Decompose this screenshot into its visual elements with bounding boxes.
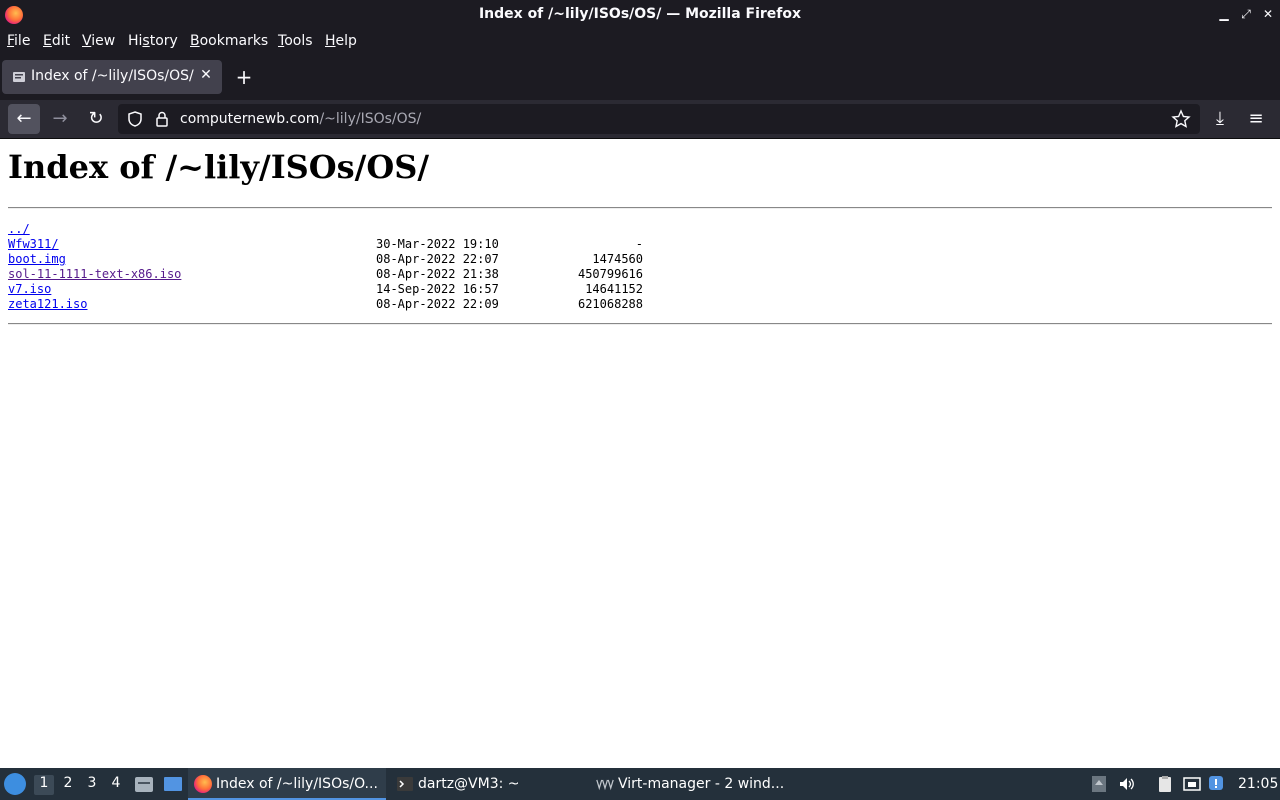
menu-history[interactable]: History [128, 33, 178, 49]
file-date: 08-Apr-2022 21:38 [376, 267, 499, 281]
file-date: 14-Sep-2022 16:57 [376, 282, 499, 296]
tab-active[interactable]: Index of /~lily/ISOs/OS/ ✕ [2, 60, 222, 94]
lock-icon[interactable] [154, 110, 170, 128]
taskbar-item-terminal[interactable]: dartz@VM3: ~ [390, 768, 586, 800]
listing-row: v7.iso 14-Sep-2022 16:57 14641152 [8, 282, 643, 297]
file-size: 1474560 [592, 252, 643, 266]
tab-title: Index of /~lily/ISOs/OS/ [31, 68, 194, 84]
bookmark-star-icon[interactable] [1170, 109, 1192, 129]
workspace-3[interactable]: 3 [82, 775, 102, 795]
navigation-toolbar: ← → ↻ computernewb.com/~lily/ISOs/OS/ ⤓ … [0, 100, 1280, 139]
divider-top [8, 207, 1272, 209]
url-text[interactable]: computernewb.com/~lily/ISOs/OS/ [180, 111, 421, 127]
app-menu-button[interactable]: ≡ [1240, 104, 1272, 134]
menu-edit[interactable]: Edit [43, 33, 70, 49]
address-bar[interactable]: computernewb.com/~lily/ISOs/OS/ [118, 104, 1200, 134]
show-desktop-icon[interactable] [163, 775, 183, 793]
reload-button[interactable]: ↻ [80, 104, 112, 134]
close-window-button[interactable]: ✕ [1258, 5, 1278, 23]
file-date: 30-Mar-2022 19:10 [376, 237, 499, 251]
file-link[interactable]: Wfw311/ [8, 237, 59, 252]
back-button[interactable]: ← [8, 104, 40, 134]
workspace-4[interactable]: 4 [106, 775, 126, 795]
directory-page-icon [13, 72, 25, 82]
maximize-button[interactable]: ⤢ [1236, 5, 1256, 23]
file-link[interactable]: v7.iso [8, 282, 51, 297]
file-size: 450799616 [577, 267, 643, 281]
minimize-button[interactable]: ▁ [1214, 5, 1234, 23]
new-tab-button[interactable]: + [232, 66, 256, 90]
menu-bookmarks[interactable]: Bookmarks [190, 33, 268, 49]
file-listing: ../ Wfw311/ 30-Mar-2022 19:10 - boot.img… [8, 222, 643, 312]
listing-row: boot.img 08-Apr-2022 22:07 1474560 [8, 252, 643, 267]
eject-icon[interactable] [1090, 775, 1108, 793]
menu-file[interactable]: File [7, 33, 30, 49]
volume-icon[interactable] [1118, 775, 1136, 793]
clipboard-icon[interactable] [1156, 775, 1174, 793]
file-size: 621068288 [577, 297, 643, 311]
file-link[interactable]: sol-11-1111-text-x86.iso [8, 267, 181, 282]
taskbar: 1 2 3 4 Index of /~lily/ISOs/O... dartz@… [0, 768, 1280, 800]
taskbar-item-label: Virt-manager - 2 wind... [618, 776, 785, 792]
start-menu-icon[interactable] [4, 773, 26, 795]
file-date: 08-Apr-2022 22:07 [376, 252, 499, 266]
file-date: 08-Apr-2022 22:09 [376, 297, 499, 311]
tab-strip: Index of /~lily/ISOs/OS/ ✕ + [0, 54, 1280, 100]
menu-tools[interactable]: Tools [278, 33, 313, 49]
network-icon[interactable] [1183, 775, 1201, 793]
page-heading: Index of /~lily/ISOs/OS/ [8, 148, 430, 186]
window-title: Index of /~lily/ISOs/OS/ — Mozilla Firef… [478, 6, 802, 22]
window-titlebar: Index of /~lily/ISOs/OS/ — Mozilla Firef… [0, 0, 1280, 29]
taskbar-item-virt-manager[interactable]: Virt-manager - 2 wind... [590, 768, 790, 800]
page-content: Index of /~lily/ISOs/OS/ ../ Wfw311/ 30-… [0, 140, 1280, 768]
file-manager-icon[interactable] [134, 775, 154, 793]
taskbar-item-label: dartz@VM3: ~ [418, 776, 520, 792]
menu-help[interactable]: Help [325, 33, 357, 49]
virt-manager-icon [596, 779, 614, 791]
listing-row: Wfw311/ 30-Mar-2022 19:10 - [8, 237, 643, 252]
tracking-protection-shield-icon[interactable] [126, 110, 144, 128]
parent-directory-link[interactable]: ../ [8, 222, 30, 237]
workspace-1[interactable]: 1 [34, 775, 54, 795]
tab-close-icon[interactable]: ✕ [198, 67, 214, 85]
terminal-icon [397, 777, 413, 791]
file-link[interactable]: zeta121.iso [8, 297, 87, 312]
workspace-2[interactable]: 2 [58, 775, 78, 795]
forward-button[interactable]: → [44, 104, 76, 134]
file-size: 14641152 [585, 282, 643, 296]
taskbar-item-firefox[interactable]: Index of /~lily/ISOs/O... [188, 768, 386, 800]
notification-icon[interactable] [1208, 775, 1226, 793]
listing-row: ../ [8, 222, 51, 237]
taskbar-item-label: Index of /~lily/ISOs/O... [216, 776, 378, 792]
menu-view[interactable]: View [82, 33, 115, 49]
clock[interactable]: 21:05 [1238, 776, 1278, 792]
divider-bottom [8, 323, 1272, 325]
file-size: - [635, 237, 643, 251]
downloads-button[interactable]: ⤓ [1204, 104, 1236, 134]
file-link[interactable]: boot.img [8, 252, 66, 267]
listing-row: zeta121.iso 08-Apr-2022 22:09 621068288 [8, 297, 643, 312]
firefox-icon [194, 775, 212, 793]
menu-bar: File Edit View History Bookmarks Tools H… [0, 29, 1280, 54]
listing-row: sol-11-1111-text-x86.iso 08-Apr-2022 21:… [8, 267, 643, 282]
